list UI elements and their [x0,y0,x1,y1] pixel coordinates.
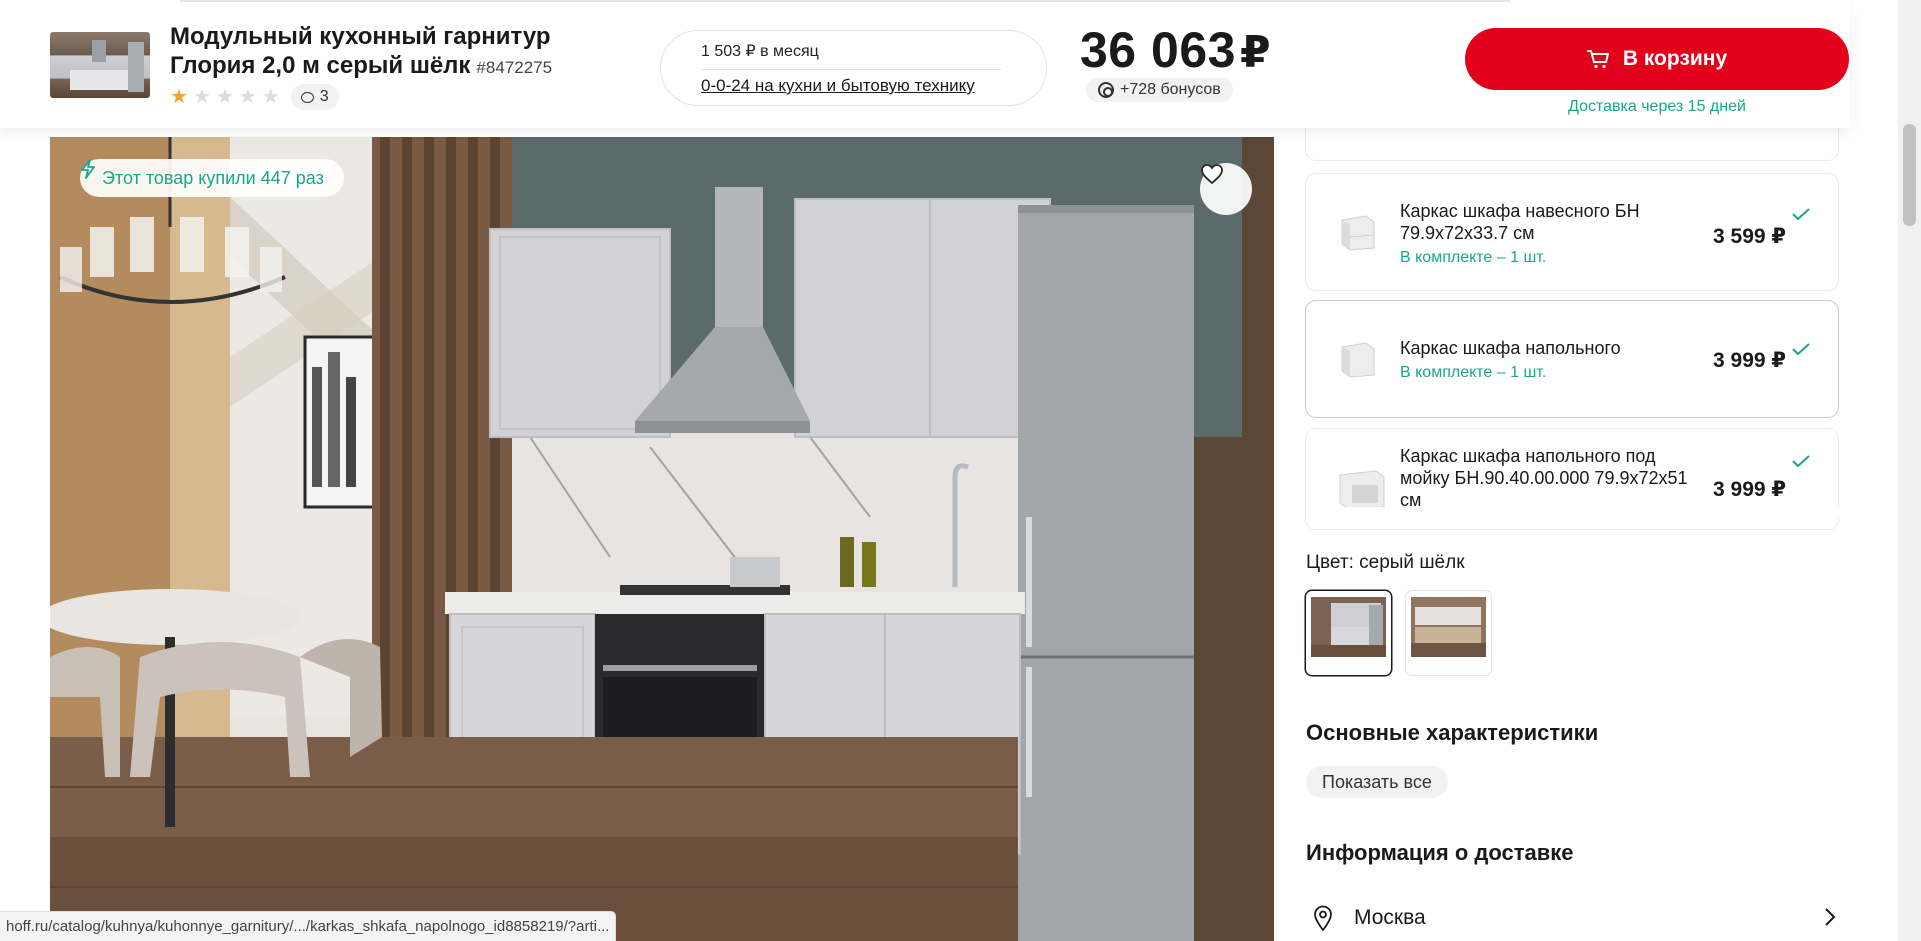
bonus-icon [1098,82,1114,98]
color-swatch-image [1411,597,1486,657]
kit-item-name: Каркас шкафа напольного [1400,338,1621,358]
kit-item-price: 3 999 ₽ [1713,349,1786,372]
delivery-city: Москва [1354,906,1426,929]
color-swatch[interactable] [1406,591,1491,675]
kit-item-name: Каркас шкафа навесного БН 79.9х72х33.7 с… [1400,201,1640,243]
color-label: Цвет: серый шёлк [1306,552,1465,573]
check-icon [1792,343,1810,355]
product-gallery-image[interactable]: Этот товар купили 447 раз [50,137,1274,941]
product-thumbnail[interactable] [50,32,150,98]
add-to-cart-label: В корзину [1622,47,1728,70]
kit-item-price: 3 599 ₽ [1713,225,1786,248]
reviews-count-chip[interactable]: 3 [290,84,339,110]
star-icon: ★ [192,86,211,108]
favorite-button[interactable] [1200,163,1252,215]
kit-item-quantity: В комплекте – 1 шт. [1400,249,1547,266]
product-price: 36 063₽ [1080,22,1271,81]
price-value: 36 063 [1080,22,1236,78]
rating[interactable]: ★ ★ ★ ★ ★ 3 [170,84,339,110]
star-icon: ★ [261,86,280,108]
star-icon: ★ [170,86,188,108]
heart-icon [1201,164,1223,185]
bought-count-text: Этот товар купили 447 раз [102,167,324,188]
divider [701,69,1001,70]
delivery-note: Доставка через 15 дней [1568,98,1746,115]
bought-count-badge: Этот товар купили 447 раз [80,159,344,197]
specs-title: Основные характеристики [1306,720,1599,745]
sticky-product-header: Модульный кухонный гарнитур Глория 2,0 м… [0,0,1850,128]
color-swatch-selected[interactable] [1306,591,1391,675]
kit-item-card[interactable]: Каркас шкафа навесного БН 79.9х72х33.7 с… [1306,174,1838,290]
kit-item-price: 3 999 ₽ [1713,478,1786,501]
bonus-text: +728 бонусов [1120,81,1221,98]
installment-offer-link[interactable]: 0-0-24 на кухни и бытовую технику [701,76,975,95]
add-to-cart-button[interactable]: В корзину [1465,28,1849,90]
scrollbar-thumb[interactable] [1903,124,1916,226]
reviews-count: 3 [319,88,329,105]
bonus-badge: +728 бонусов [1086,78,1233,102]
check-icon [1792,208,1810,220]
chevron-right-icon [1825,908,1836,926]
kit-item-name: Каркас шкафа напольного под мойку БН.90.… [1400,446,1688,510]
price-currency: ₽ [1239,28,1272,77]
divider [180,0,1510,2]
location-pin-icon [1314,905,1332,931]
comment-icon [300,91,314,103]
product-sku: #8472275 [476,58,553,77]
color-swatch-image [1311,597,1386,657]
show-all-specs-button[interactable]: Показать все [1306,766,1448,798]
check-icon [1792,455,1810,467]
star-icon: ★ [238,86,257,108]
product-title: Модульный кухонный гарнитур Глория 2,0 м… [170,22,590,82]
product-page: Модульный кухонный гарнитур Глория 2,0 м… [0,0,1921,941]
sink-cabinet-thumbnail [1339,470,1385,510]
bolt-icon [81,159,95,179]
star-icon: ★ [215,86,234,108]
delivery-city-selector[interactable]: Москва [1306,900,1840,936]
kitchen-photo [50,137,1242,941]
delivery-title: Информация о доставке [1306,840,1574,865]
cart-icon [1586,49,1611,69]
kit-item-card[interactable]: Каркас шкафа напольного В комплекте – 1 … [1306,301,1838,417]
kit-item-quantity: В комплекте – 1 шт. [1400,364,1547,381]
status-bar-url: hoff.ru/catalog/kuhnya/kuhonnye_garnitur… [0,912,616,941]
cabinet-thumbnail [1341,342,1375,378]
page-scrollbar[interactable] [1898,0,1921,941]
cabinet-thumbnail [1341,215,1375,251]
list-clip [1306,507,1840,517]
installment-monthly: 1 503 ₽ в месяц [701,43,819,60]
product-sidebar: Каркас шкафа навесного БН 79.9х72х33.7 с… [1306,108,1840,941]
installment-box: 1 503 ₽ в месяц 0-0-24 на кухни и бытову… [660,30,1047,106]
